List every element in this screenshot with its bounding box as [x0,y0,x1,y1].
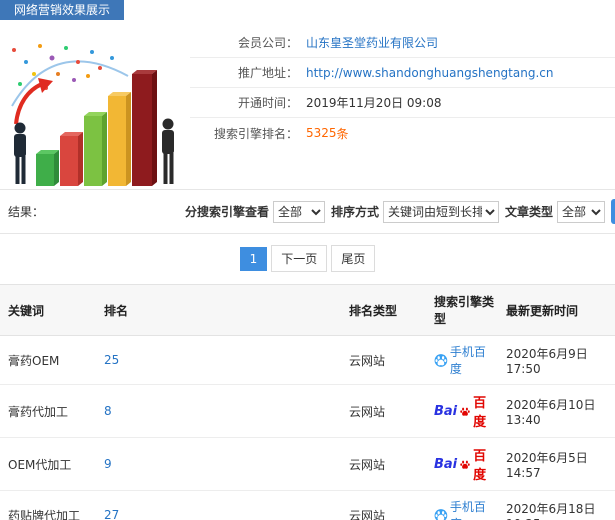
rank-link[interactable]: 27 [104,508,119,520]
info-label: 开通时间： [237,96,298,110]
engine-cell: Bai 百度 [426,437,498,491]
column-header: 搜索引擎类型 [426,284,498,336]
engine-filter-select[interactable]: 全部 [273,200,326,223]
updated-cell: 2020年6月10日 13:40 [498,384,615,438]
page-1[interactable]: 1 [239,247,268,271]
info-value: 2019年11月20日 09:08 [306,96,442,110]
bar-5 [132,70,157,186]
table-header-row: 关键词 排名 排名类型 搜索引擎类型 最新更新时间 [0,284,615,336]
table-body: 膏药OEM 25 云网站 手机百度 2020年6月9日 17:50 膏药代加工 8 云网站 Ba… [0,335,615,520]
keyword-cell: 药贴牌代加工 [0,490,96,520]
engine-cell: 手机百度 [426,490,498,520]
filter-bar: 结果： 分搜索引擎查看 全部 排序方式 关键词由短到长排序 文章类型 全部 提交 [0,190,615,234]
rank-link[interactable]: 9 [104,457,112,471]
engine-cell: 手机百度 [426,335,498,385]
table-row: 膏药OEM 25 云网站 手机百度 2020年6月9日 17:50 [0,335,615,385]
marketing-chart-illustration [11,44,174,186]
info-row: 推广地址： http://www.shandonghuangshengtang.c… [190,58,615,88]
column-header: 排名 [96,284,341,336]
rank-cell: 27 [96,490,341,520]
rank-type-cell: 云网站 [341,335,426,385]
engine-badge-baidu: Bai 百度 [434,392,494,430]
rank-cell: 8 [96,384,341,438]
column-header: 最新更新时间 [498,284,615,336]
baidu-paw-icon [460,407,470,416]
keyword-cell: OEM代加工 [0,437,96,491]
info-label: 搜索引擎排名： [213,126,298,141]
rank-cell: 9 [96,437,341,491]
updated-cell: 2020年6月9日 17:50 [498,335,615,385]
type-filter-label: 文章类型 [505,205,554,219]
marketing-results-panel: 网络营销效果展示 会员公司： 山东皇圣堂药业有限公司 推广地址： http://… [0,0,615,520]
info-row: 搜索引擎排名： 5325 条 [190,118,615,148]
table-row: 膏药代加工 8 云网站 Bai 百度 2020年6月10日 13:40 [0,384,615,438]
updated-cell: 2020年6月18日 10:25 [498,490,615,520]
engine-badge-baidu: Bai 百度 [434,445,494,483]
account-info-section: 会员公司： 山东皇圣堂药业有限公司推广地址： http://www.shandong… [0,20,615,190]
page-last[interactable]: 尾页 [331,245,376,272]
rank-link[interactable]: 25 [104,353,119,367]
keyword-cell: 膏药OEM [0,335,96,385]
submit-button[interactable]: 提交 [611,199,615,224]
engine-cell: Bai 百度 [426,384,498,438]
info-value: 5325 [306,126,337,140]
mobile-baidu-icon [434,508,448,520]
businessman-right [162,118,174,184]
result-label: 结果： [8,205,45,219]
engine-badge-mobile: 手机百度 [434,498,494,520]
info-rows: 会员公司： 山东皇圣堂药业有限公司推广地址： http://www.shandong… [190,20,615,189]
page-title: 网络营销效果展示 [0,0,125,20]
baidu-logo-prefix: Bai [434,403,458,419]
mobile-baidu-label: 手机百度 [449,500,486,520]
info-row: 会员公司： 山东皇圣堂药业有限公司 [190,28,615,58]
table-row: 药贴牌代加工 27 云网站 手机百度 2020年6月18日 10:25 [0,490,615,520]
type-filter-select[interactable]: 全部 [557,200,606,223]
rankings-table: 关键词 排名 排名类型 搜索引擎类型 最新更新时间 膏药OEM 25 云网站 手机百度 2020… [0,284,615,520]
baidu-logo-prefix: Bai [434,456,458,472]
title-bar: 网络营销效果展示 [0,0,615,20]
confetti-dots [12,44,114,90]
column-header: 关键词 [0,284,96,336]
bar-4 [108,92,131,186]
baidu-logo-label: 百度 [473,449,487,483]
info-label: 会员公司： [237,36,298,50]
baidu-logo-label: 百度 [473,396,487,430]
column-header: 排名类型 [341,284,426,336]
updated-cell: 2020年6月5日 14:57 [498,437,615,491]
rank-type-cell: 云网站 [341,490,426,520]
sort-filter-label: 排序方式 [331,205,380,219]
mobile-baidu-icon [434,353,448,367]
rank-type-cell: 云网站 [341,437,426,491]
rank-link[interactable]: 8 [104,404,112,418]
info-label: 推广地址： [237,66,298,80]
keyword-cell: 膏药代加工 [0,384,96,438]
bar-2 [60,132,83,186]
baidu-paw-icon [460,460,470,469]
rank-type-cell: 云网站 [341,384,426,438]
info-suffix: 条 [336,126,349,141]
sort-filter-select[interactable]: 关键词由短到长排序 [383,200,500,223]
bar-1 [36,150,59,186]
pagination: 1 下一页 尾页 [0,234,615,284]
info-row: 开通时间： 2019年11月20日 09:08 [190,88,615,118]
engine-badge-mobile: 手机百度 [434,343,494,377]
page-next[interactable]: 下一页 [271,245,328,272]
bar-3 [84,112,107,186]
info-value[interactable]: http://www.shandonghuangshengtang.cn [306,66,553,80]
chart-area [0,20,190,189]
table-row: OEM代加工 9 云网站 Bai 百度 2020年6月5日 14:57 [0,437,615,491]
rank-cell: 25 [96,335,341,385]
engine-filter-label: 分搜索引擎查看 [185,205,270,219]
info-value[interactable]: 山东皇圣堂药业有限公司 [306,34,438,51]
mobile-baidu-label: 手机百度 [449,345,486,376]
businessman-left [14,122,26,184]
